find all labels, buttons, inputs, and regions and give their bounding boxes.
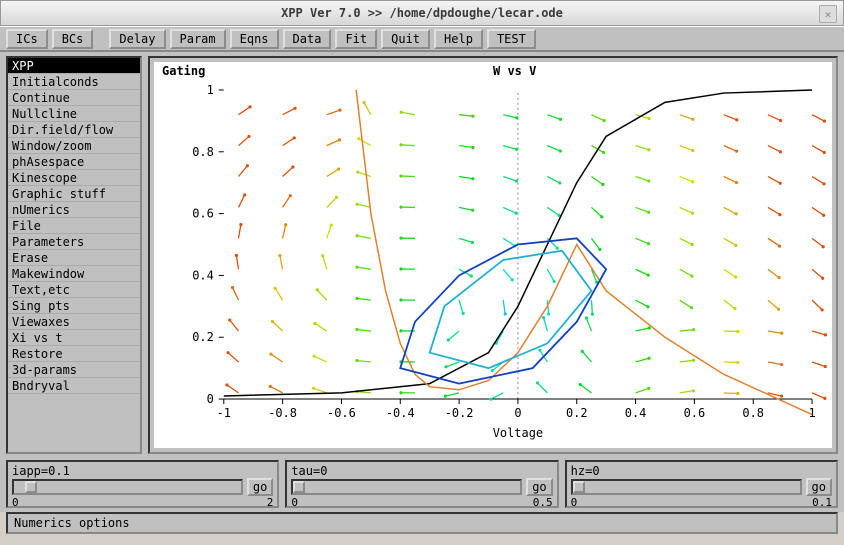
plot-title: W vs V bbox=[205, 64, 824, 78]
command-sidebar: XPPInitialcondsContinueNullclineDir.fiel… bbox=[6, 56, 142, 454]
plot-ylabel: Gating bbox=[162, 64, 205, 78]
param-button[interactable]: Param bbox=[170, 29, 226, 49]
slider-min: 0 bbox=[571, 496, 578, 509]
slider-max: 2 bbox=[267, 496, 274, 509]
sidebar-item-erase[interactable]: Erase bbox=[8, 250, 140, 266]
delay-button[interactable]: Delay bbox=[109, 29, 165, 49]
sidebar-item-graphicstuff[interactable]: Graphic stuff bbox=[8, 186, 140, 202]
svg-text:-0.2: -0.2 bbox=[445, 406, 474, 420]
svg-text:0.8: 0.8 bbox=[742, 406, 764, 420]
sidebar-item-textetc[interactable]: Text,etc bbox=[8, 282, 140, 298]
sidebar-item-nullcline[interactable]: Nullcline bbox=[8, 106, 140, 122]
panel-label: hz=0 bbox=[571, 464, 832, 478]
sidebar-item-singpts[interactable]: Sing pts bbox=[8, 298, 140, 314]
svg-text:0.4: 0.4 bbox=[192, 268, 214, 282]
go-button[interactable]: go bbox=[247, 478, 273, 496]
go-button[interactable]: go bbox=[806, 478, 832, 496]
svg-text:0: 0 bbox=[207, 392, 214, 406]
sidebar-item-dirfieldflow[interactable]: Dir.field/flow bbox=[8, 122, 140, 138]
param-panel-0: iapp=0.1go 0 2 bbox=[6, 460, 279, 508]
status-text: Numerics options bbox=[14, 516, 130, 530]
test-button[interactable]: TEST bbox=[487, 29, 536, 49]
go-button[interactable]: go bbox=[526, 478, 552, 496]
sidebar-item-bndryval[interactable]: Bndryval bbox=[8, 378, 140, 394]
sidebar-item-viewaxes[interactable]: Viewaxes bbox=[8, 314, 140, 330]
svg-text:-1: -1 bbox=[217, 406, 231, 420]
slider-max: 0.1 bbox=[812, 496, 832, 509]
sidebar-item-xivst[interactable]: Xi vs t bbox=[8, 330, 140, 346]
sidebar-item-xpp[interactable]: XPP bbox=[8, 58, 140, 74]
sidebar-item-initialconds[interactable]: Initialconds bbox=[8, 74, 140, 90]
plot-area[interactable]: Gating W vs V -1 -0.8 -0.6 -0.4 -0.2 0 0.2 0.4 0… bbox=[148, 56, 838, 454]
svg-text:0.6: 0.6 bbox=[192, 207, 214, 221]
top-toolbar: ICs BCs Delay Param Eqns Data Fit Quit H… bbox=[0, 26, 844, 52]
sidebar-item-restore[interactable]: Restore bbox=[8, 346, 140, 362]
data-button[interactable]: Data bbox=[283, 29, 332, 49]
close-icon[interactable]: ✕ bbox=[819, 5, 837, 23]
ics-button[interactable]: ICs bbox=[6, 29, 48, 49]
sidebar-item-numerics[interactable]: nUmerics bbox=[8, 202, 140, 218]
slider[interactable] bbox=[571, 479, 802, 495]
fit-button[interactable]: Fit bbox=[335, 29, 377, 49]
svg-text:-0.4: -0.4 bbox=[386, 406, 415, 420]
sidebar-item-makewindow[interactable]: Makewindow bbox=[8, 266, 140, 282]
help-button[interactable]: Help bbox=[434, 29, 483, 49]
svg-text:0.4: 0.4 bbox=[625, 406, 647, 420]
sidebar-item-parameters[interactable]: Parameters bbox=[8, 234, 140, 250]
panel-label: iapp=0.1 bbox=[12, 464, 273, 478]
svg-text:0.8: 0.8 bbox=[192, 145, 214, 159]
bcs-button[interactable]: BCs bbox=[52, 29, 94, 49]
sidebar-item-dparams[interactable]: 3d-params bbox=[8, 362, 140, 378]
eqns-button[interactable]: Eqns bbox=[230, 29, 279, 49]
svg-text:-0.6: -0.6 bbox=[327, 406, 356, 420]
slider-min: 0 bbox=[12, 496, 19, 509]
svg-text:1: 1 bbox=[207, 83, 214, 97]
phase-plane-plot[interactable]: -1 -0.8 -0.6 -0.4 -0.2 0 0.2 0.4 0.6 0.8 1 0 0.2 0.4 0… bbox=[154, 80, 832, 449]
svg-text:0: 0 bbox=[514, 406, 521, 420]
window-title: XPP Ver 7.0 >> /home/dpdoughe/lecar.ode bbox=[281, 6, 563, 20]
slider-min: 0 bbox=[291, 496, 298, 509]
sidebar-item-file[interactable]: File bbox=[8, 218, 140, 234]
param-panel-1: tau=0go 0 0.5 bbox=[285, 460, 558, 508]
slider[interactable] bbox=[12, 479, 243, 495]
slider-panels: iapp=0.1go02tau=0go00.5hz=0go00.1 bbox=[0, 456, 844, 512]
slider-max: 0.5 bbox=[533, 496, 553, 509]
quit-button[interactable]: Quit bbox=[381, 29, 430, 49]
param-panel-2: hz=0go 0 0.1 bbox=[565, 460, 838, 508]
sidebar-item-phasespace[interactable]: phAsespace bbox=[8, 154, 140, 170]
sidebar-item-windowzoom[interactable]: Window/zoom bbox=[8, 138, 140, 154]
svg-text:-0.8: -0.8 bbox=[268, 406, 297, 420]
svg-text:0.6: 0.6 bbox=[684, 406, 706, 420]
svg-text:0.2: 0.2 bbox=[192, 330, 214, 344]
sidebar-item-kinescope[interactable]: Kinescope bbox=[8, 170, 140, 186]
statusbar: Numerics options bbox=[6, 512, 838, 534]
titlebar: XPP Ver 7.0 >> /home/dpdoughe/lecar.ode … bbox=[0, 0, 844, 26]
svg-text:0.2: 0.2 bbox=[566, 406, 588, 420]
slider[interactable] bbox=[291, 479, 522, 495]
sidebar-item-continue[interactable]: Continue bbox=[8, 90, 140, 106]
panel-label: tau=0 bbox=[291, 464, 552, 478]
svg-text:Voltage: Voltage bbox=[493, 426, 543, 440]
